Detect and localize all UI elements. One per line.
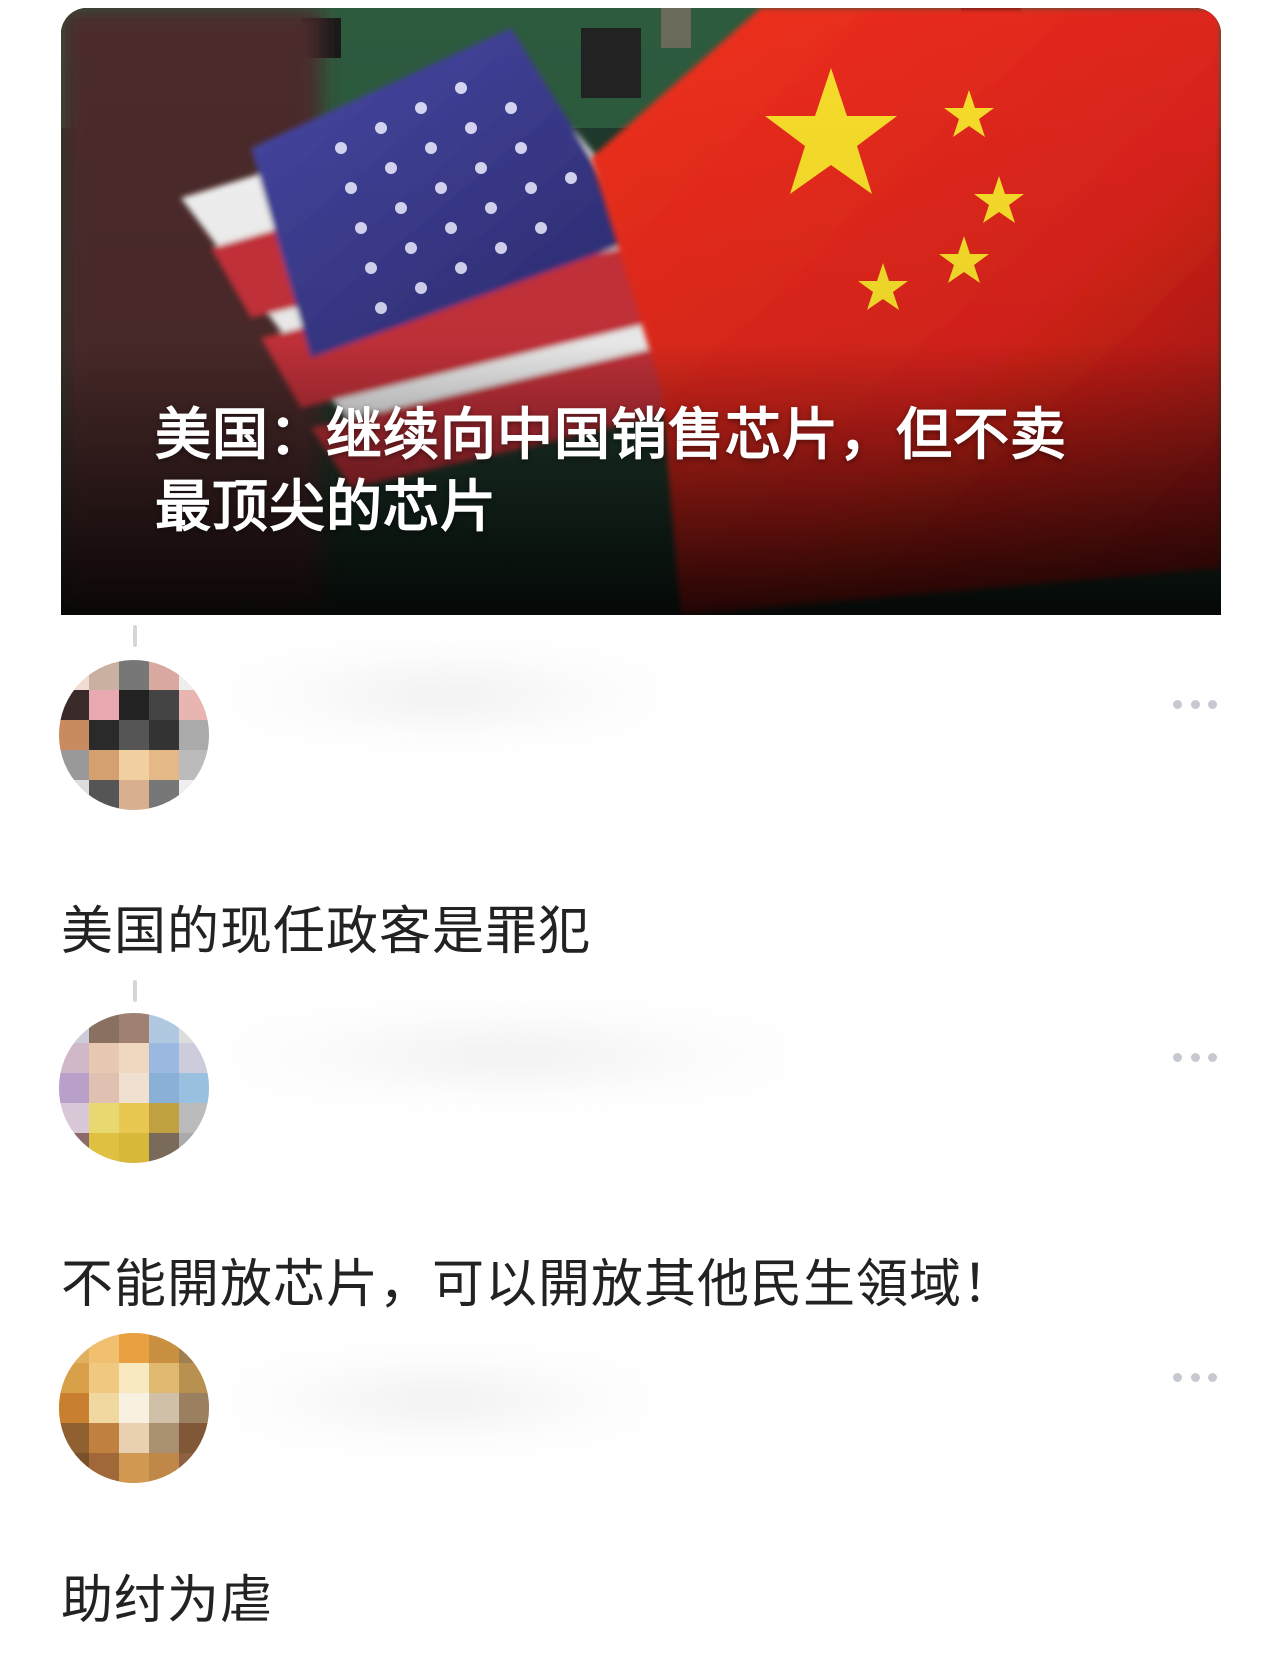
comment-feed-page: 美国：继续向中国销售芯片，但不卖最顶尖的芯片 美国的现任政客是罪犯 不能開放芯片… xyxy=(0,0,1280,1669)
avatar[interactable] xyxy=(59,1333,209,1483)
username-redacted xyxy=(230,1000,790,1110)
username-redacted xyxy=(230,640,660,750)
ellipsis-icon[interactable] xyxy=(1173,697,1217,711)
thread-line xyxy=(133,625,137,647)
thread-line xyxy=(133,980,137,1002)
comment-text: 助纣为虐 xyxy=(61,1571,274,1631)
news-card[interactable]: 美国：继续向中国销售芯片，但不卖最顶尖的芯片 xyxy=(61,8,1221,615)
ellipsis-icon[interactable] xyxy=(1173,1370,1217,1384)
username-redacted xyxy=(230,1345,650,1455)
comment-text: 不能開放芯片，可以開放其他民生領域！ xyxy=(61,1255,1016,1315)
avatar[interactable] xyxy=(59,1013,209,1163)
avatar[interactable] xyxy=(59,660,209,810)
news-title: 美国：继续向中国销售芯片，但不卖最顶尖的芯片 xyxy=(155,403,1067,540)
comment-text: 美国的现任政客是罪犯 xyxy=(61,902,592,962)
ellipsis-icon[interactable] xyxy=(1173,1050,1217,1064)
